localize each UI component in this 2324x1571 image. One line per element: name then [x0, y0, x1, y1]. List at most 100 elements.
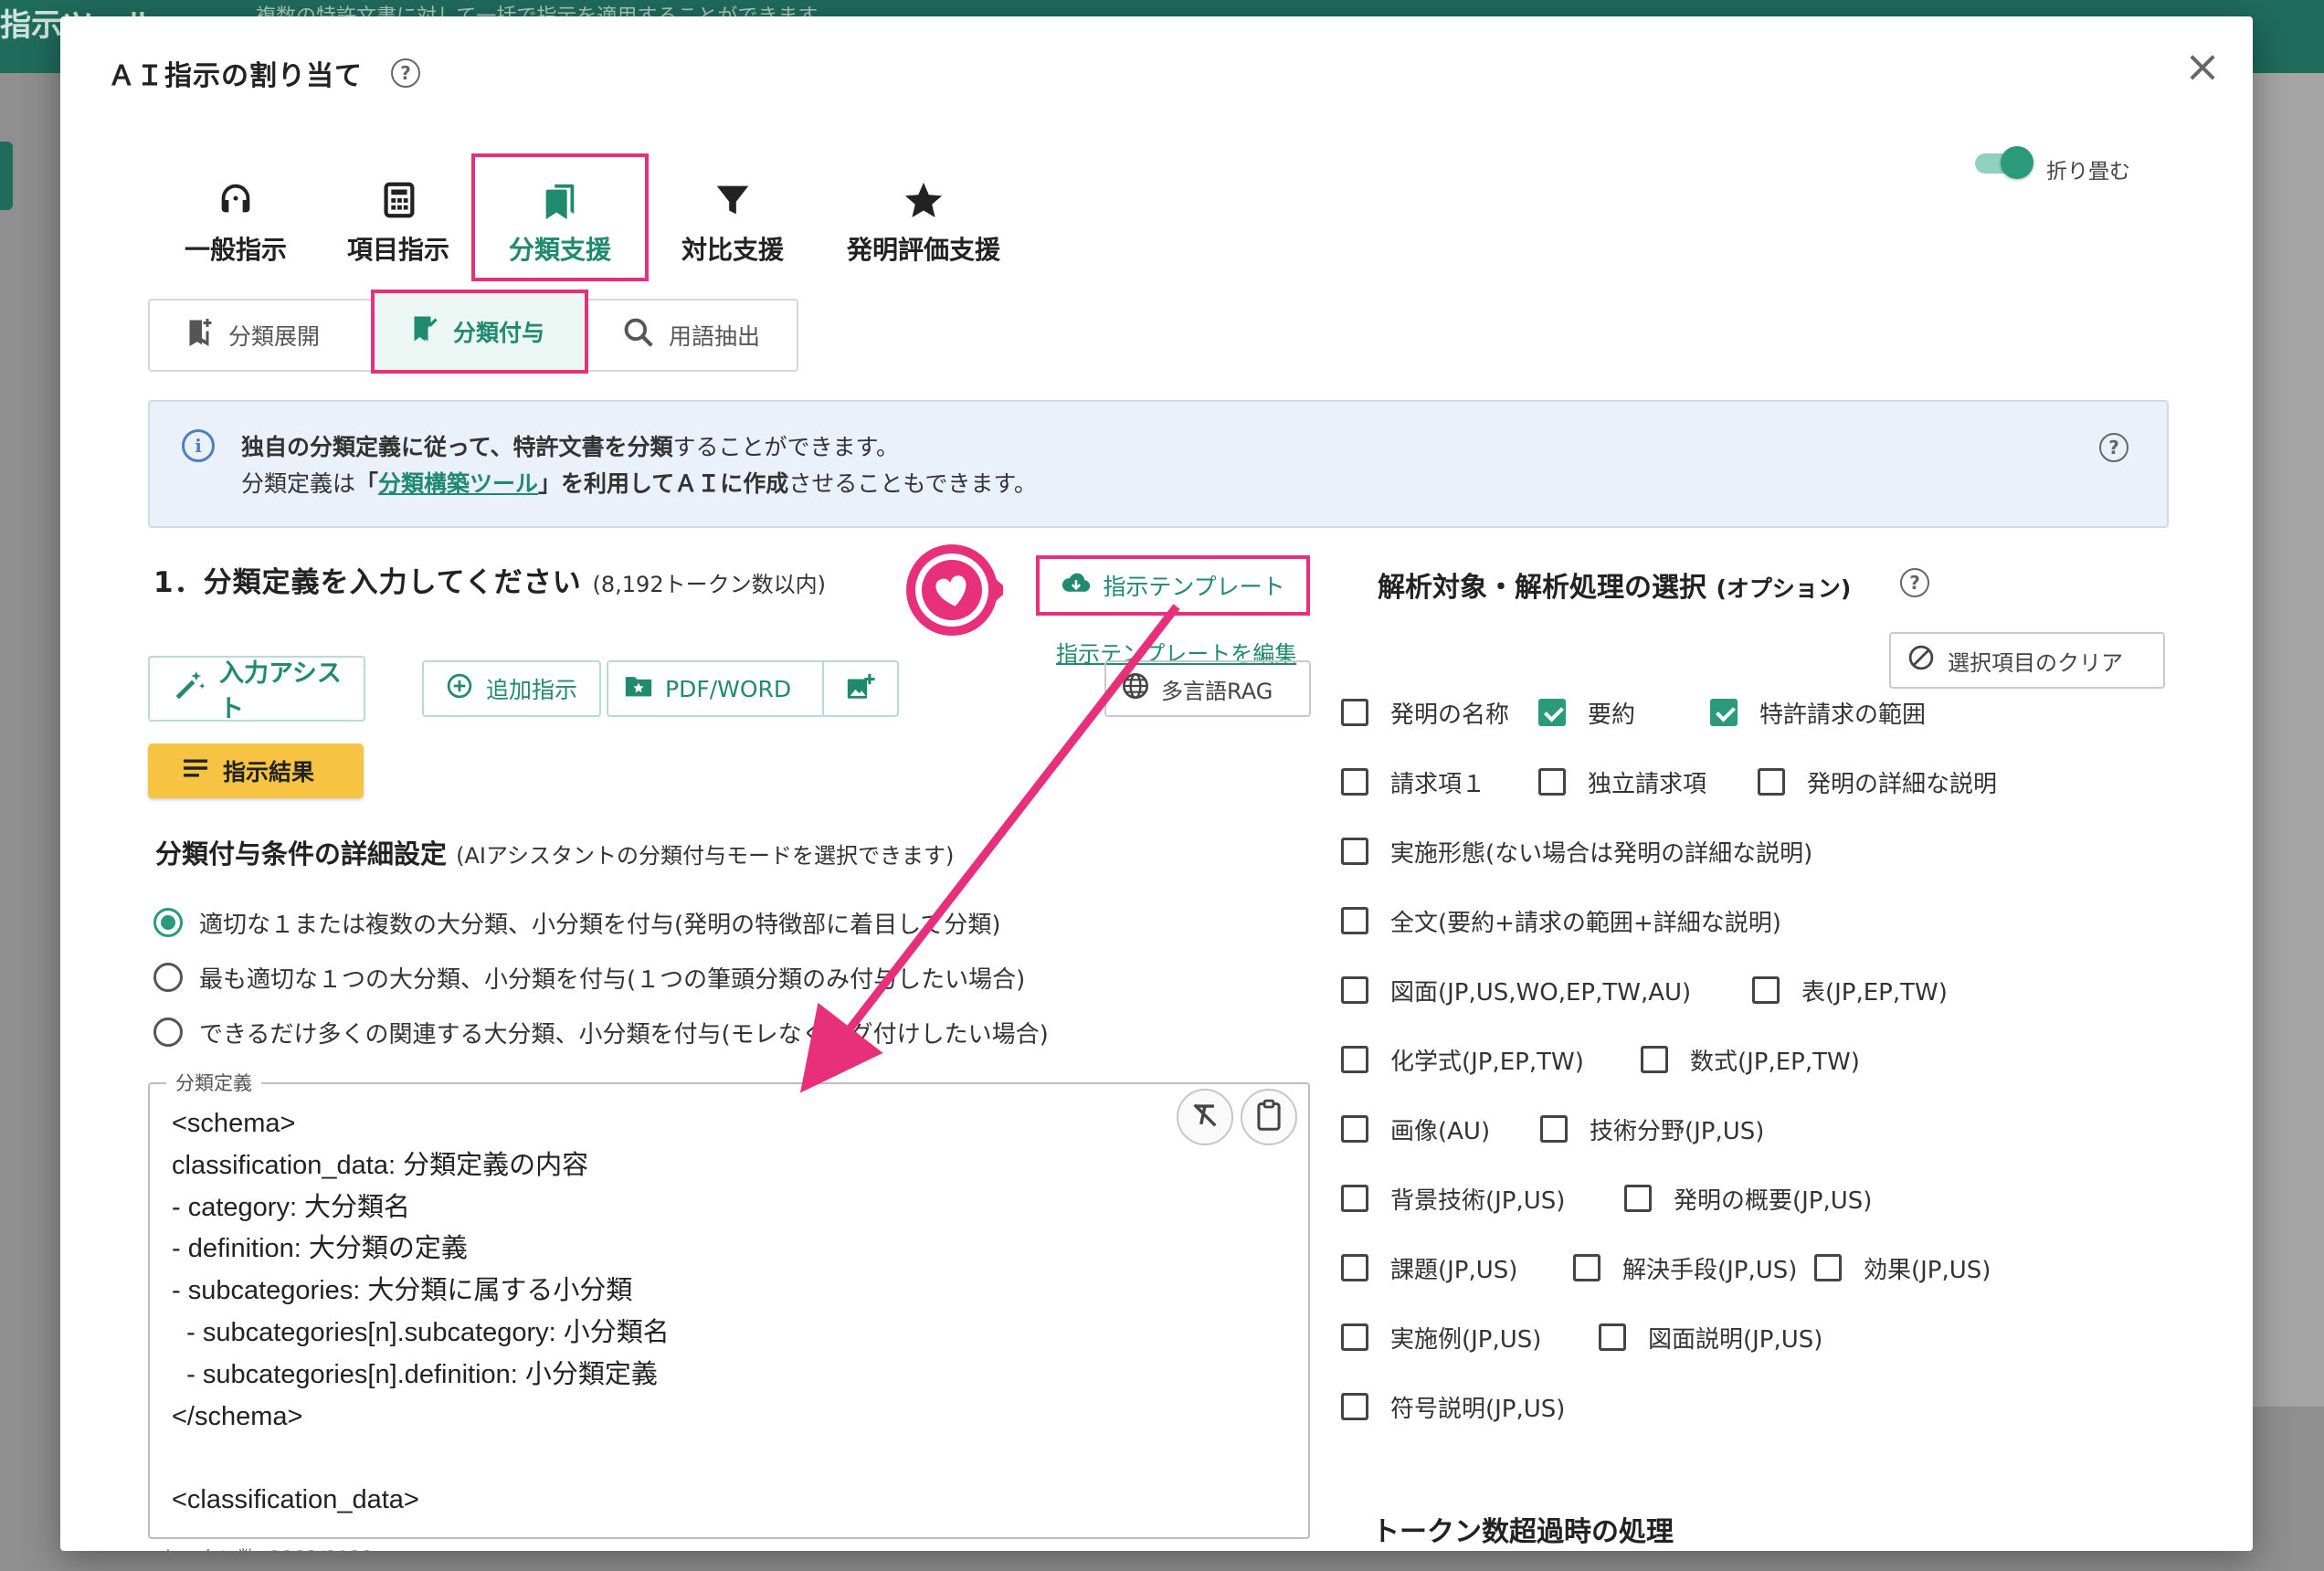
radio-button[interactable]	[153, 963, 183, 992]
info-bold-text: 」を利用してＡＩに作成	[538, 470, 789, 497]
checkbox[interactable]	[1538, 768, 1566, 796]
radio-button[interactable]	[153, 1017, 183, 1047]
checkbox-label: 表(JP,EP,TW)	[1801, 978, 1948, 1007]
analysis-option[interactable]: 数式(JP,EP,TW)	[1641, 1041, 1860, 1078]
checkbox-label: 図面説明(JP,US)	[1648, 1325, 1823, 1354]
analysis-option[interactable]: 表(JP,EP,TW)	[1752, 972, 1948, 1008]
checkbox[interactable]	[1752, 976, 1780, 1004]
textarea-line: classification_data: 分類定義の内容	[172, 1150, 589, 1180]
analysis-option[interactable]: 図面説明(JP,US)	[1599, 1319, 1822, 1355]
button-label: 指示テンプレート	[1103, 574, 1285, 600]
analysis-option[interactable]: 発明の詳細な説明	[1758, 764, 1997, 800]
analysis-option[interactable]: 全文(要約+請求の範囲+詳細な説明)	[1341, 902, 1781, 939]
analysis-option[interactable]: 要約	[1538, 694, 1635, 731]
analysis-option[interactable]: 化学式(JP,EP,TW)	[1341, 1041, 1584, 1078]
checkbox[interactable]	[1341, 1254, 1368, 1281]
tab-comparison-support[interactable]: 対比支援	[660, 153, 806, 281]
tab-item-instruction[interactable]: 項目指示	[322, 153, 475, 281]
checkbox[interactable]	[1341, 699, 1368, 726]
checkbox[interactable]	[1814, 1254, 1842, 1281]
help-icon[interactable]: ?	[391, 58, 420, 88]
mode-option-2[interactable]: 最も適切な１つの大分類、小分類を付与(１つの筆頭分類のみ付与したい場合)	[153, 959, 1025, 996]
checkbox-label: 背景技術(JP,US)	[1390, 1186, 1566, 1215]
analysis-option[interactable]: 発明の概要(JP,US)	[1624, 1180, 1872, 1217]
checkbox[interactable]	[1599, 1323, 1626, 1351]
paste-button[interactable]	[1241, 1089, 1297, 1145]
input-assist-button[interactable]: 入力アシスト	[148, 656, 365, 723]
checkbox[interactable]	[1341, 1185, 1368, 1212]
checkbox-label: 化学式(JP,EP,TW)	[1390, 1048, 1584, 1076]
checkbox[interactable]	[1341, 1046, 1368, 1073]
textarea-content: <schema> classification_data: 分類定義の内容 - ca…	[172, 1103, 1140, 1522]
mode-option-1[interactable]: 適切な１または複数の大分類、小分類を付与(発明の特徴部に着目して分類)	[153, 904, 1001, 941]
image-add-button[interactable]	[824, 662, 897, 715]
checkbox-label: 発明の詳細な説明	[1807, 770, 1998, 798]
collapse-toggle[interactable]	[1975, 146, 2034, 179]
pdf-word-button[interactable]: PDF/WORD	[608, 662, 824, 715]
subtab-classification-assign[interactable]: 分類付与	[371, 290, 588, 374]
analysis-option[interactable]: 実施形態(ない場合は発明の詳細な説明)	[1341, 833, 1812, 870]
clear-format-icon	[1189, 1100, 1220, 1134]
textarea-line: - subcategories[n].definition: 小分類定義	[172, 1359, 658, 1389]
analysis-option[interactable]: 独立請求項	[1538, 764, 1706, 800]
info-box: i 独自の分類定義に従って、特許文書を分類することができます。 分類定義は「分類…	[148, 400, 2169, 528]
checkbox[interactable]	[1538, 699, 1566, 726]
analysis-option[interactable]: 効果(JP,US)	[1814, 1249, 1991, 1286]
clear-format-button[interactable]	[1177, 1089, 1233, 1145]
analysis-option[interactable]: 実施例(JP,US)	[1341, 1319, 1541, 1355]
checkbox[interactable]	[1641, 1046, 1668, 1073]
checkbox[interactable]	[1341, 768, 1368, 796]
tab-label: 分類支援	[508, 235, 611, 265]
checkbox-label: 技術分野(JP,US)	[1590, 1117, 1765, 1145]
radio-button[interactable]	[153, 908, 183, 937]
analysis-option[interactable]: 特許請求の範囲	[1710, 694, 1926, 731]
bookmark-add-icon	[183, 314, 216, 356]
cloud-download-icon	[1061, 570, 1092, 601]
tab-label: 対比支援	[681, 235, 784, 265]
clear-selection-button[interactable]: 選択項目のクリア	[1889, 632, 2165, 689]
analysis-option[interactable]: 発明の名称	[1341, 694, 1509, 731]
help-icon[interactable]: ?	[2099, 433, 2129, 462]
analysis-option[interactable]: 課題(JP,US)	[1341, 1249, 1517, 1286]
close-icon[interactable]: ×	[2180, 44, 2225, 90]
checkbox[interactable]	[1341, 976, 1368, 1004]
instruction-result-button[interactable]: 指示結果	[148, 743, 364, 798]
subtab-classification-expand[interactable]: 分類展開	[150, 300, 364, 370]
checkbox[interactable]	[1624, 1185, 1652, 1212]
help-icon[interactable]: ?	[1900, 568, 1929, 597]
checkbox[interactable]	[1341, 1393, 1368, 1420]
analysis-option[interactable]: 画像(AU)	[1341, 1111, 1490, 1147]
classification-builder-link[interactable]: 分類構築ツール	[378, 470, 538, 497]
token-count: トークン数: 2283/8192	[161, 1544, 374, 1551]
analysis-option[interactable]: 図面(JP,US,WO,EP,TW,AU)	[1341, 972, 1691, 1008]
add-instruction-button[interactable]: 追加指示	[422, 660, 601, 717]
tab-classification-support[interactable]: 分類支援	[471, 153, 649, 281]
analysis-option[interactable]: 請求項１	[1341, 764, 1485, 800]
textarea-line: - definition: 大分類の定義	[172, 1234, 468, 1264]
multilingual-rag-button[interactable]: 多言語RAG	[1104, 660, 1311, 717]
analysis-option[interactable]: 背景技術(JP,US)	[1341, 1180, 1565, 1217]
checkbox-label: 請求項１	[1390, 770, 1486, 798]
analysis-option[interactable]: 解決手段(JP,US)	[1573, 1249, 1797, 1286]
info-icon: i	[182, 429, 215, 462]
radio-label: 最も適切な１つの大分類、小分類を付与(１つの筆頭分類のみ付与したい場合)	[199, 965, 1026, 994]
checkbox[interactable]	[1341, 907, 1368, 934]
subtab-label: 用語抽出	[669, 323, 761, 350]
analysis-option[interactable]: 技術分野(JP,US)	[1540, 1111, 1764, 1147]
subtab-term-extraction[interactable]: 用語抽出	[588, 300, 797, 370]
tab-invention-evaluation[interactable]: 発明評価支援	[819, 153, 1029, 281]
app-right-panel	[2253, 73, 2324, 1407]
checkbox[interactable]	[1573, 1254, 1600, 1281]
mode-option-3[interactable]: できるだけ多くの関連する大分類、小分類を付与(モレなくタグ付けしたい場合)	[153, 1014, 1049, 1050]
checkbox[interactable]	[1341, 1115, 1368, 1143]
checkbox[interactable]	[1758, 768, 1785, 796]
analysis-option[interactable]: 符号説明(JP,US)	[1341, 1388, 1565, 1425]
checkbox[interactable]	[1540, 1115, 1568, 1143]
info-text: 分類定義は	[241, 470, 356, 497]
detail-title-text: 分類付与条件の詳細設定	[155, 838, 448, 870]
checkbox[interactable]	[1341, 1323, 1368, 1351]
checkbox[interactable]	[1710, 699, 1738, 726]
checkbox[interactable]	[1341, 838, 1368, 865]
tab-general-instruction[interactable]: 一般指示	[159, 153, 312, 281]
instruction-template-button[interactable]: 指示テンプレート	[1036, 555, 1310, 616]
